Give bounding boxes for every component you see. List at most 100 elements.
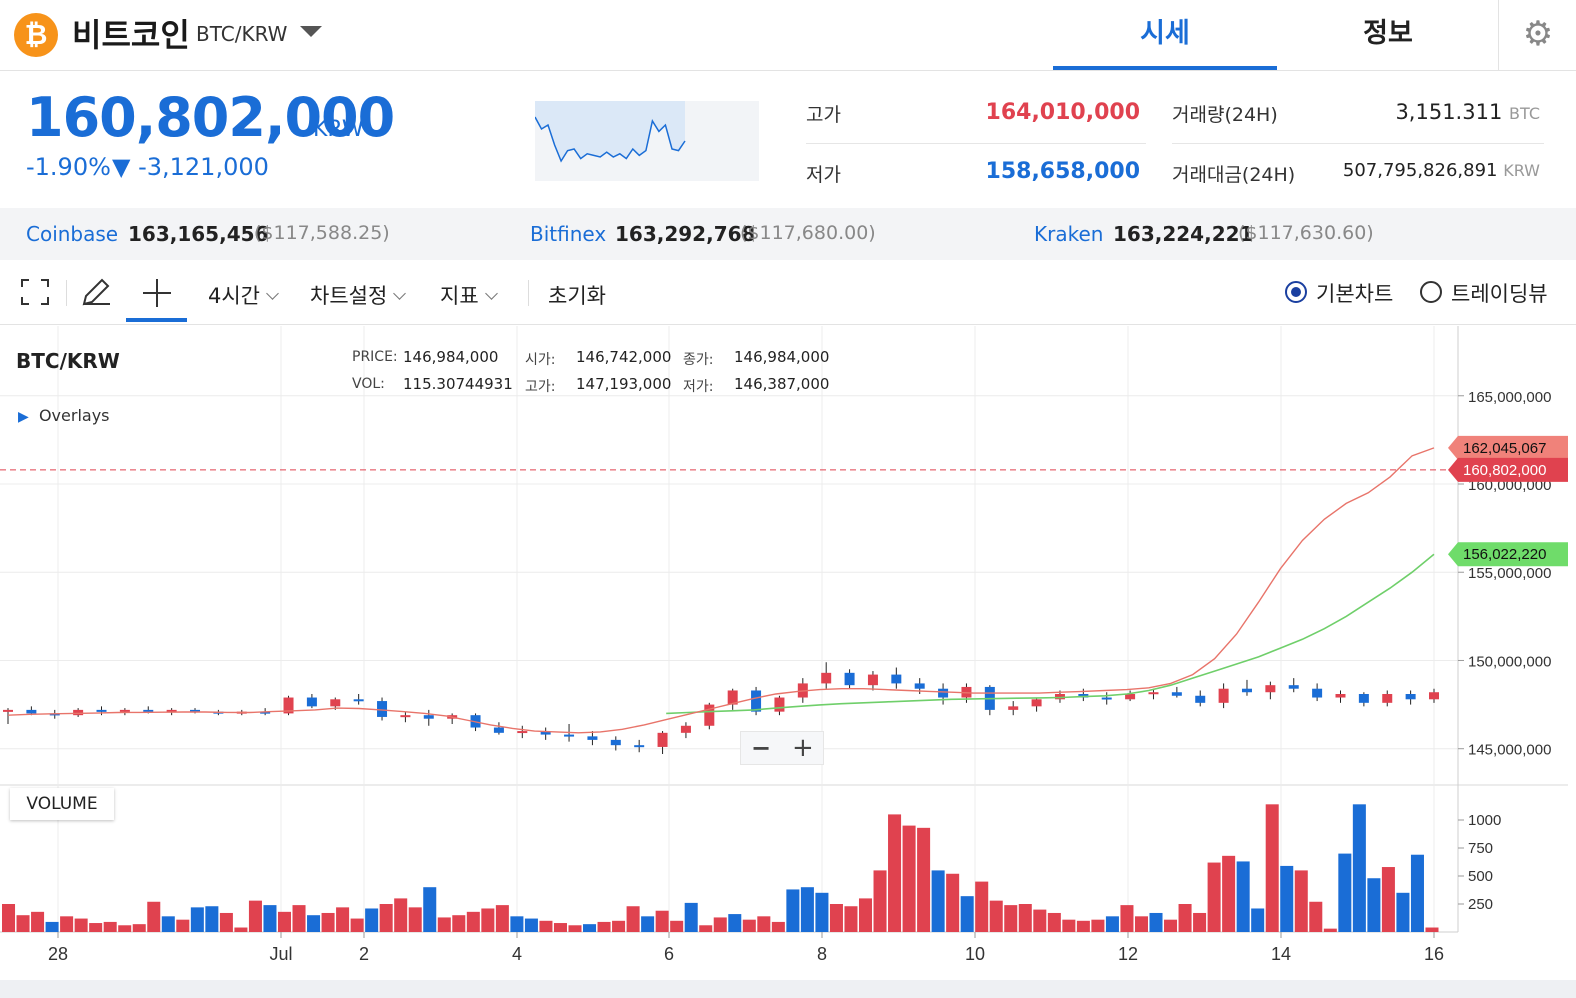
- volume-bar: [1410, 854, 1424, 932]
- volume-bar: [1396, 892, 1410, 932]
- tab-price[interactable]: 시세: [1053, 0, 1277, 70]
- volume-bar: [728, 914, 742, 932]
- volume-bar: [1076, 920, 1090, 932]
- candle-body: [821, 672, 832, 684]
- radio-basic-chart[interactable]: [1285, 281, 1307, 303]
- candle-body: [1171, 692, 1182, 696]
- candle-body: [751, 690, 762, 712]
- volume-bar: [684, 902, 698, 932]
- time-axis: 28 Jul 2 4 6 8 10 12 14 16: [48, 932, 1444, 964]
- volume-bar: [946, 873, 960, 932]
- volume-bar: [1265, 804, 1279, 932]
- exchange-name-coinbase[interactable]: Coinbase: [26, 222, 118, 246]
- low-label: 저가: [806, 164, 841, 186]
- overlays-toggle[interactable]: ▶ Overlays: [18, 406, 110, 425]
- volume-bar: [655, 910, 669, 932]
- gear-icon[interactable]: ⚙: [1498, 0, 1576, 70]
- coin-pair: BTC/KRW: [196, 22, 288, 46]
- zoom-in-button[interactable]: +: [792, 733, 814, 763]
- candle-body: [1008, 706, 1019, 710]
- exchange-name-kraken[interactable]: Kraken: [1034, 222, 1103, 246]
- candle-body: [143, 709, 154, 712]
- toolbar-divider: [528, 280, 529, 306]
- candle-body: [1382, 694, 1393, 703]
- candle-body: [938, 688, 949, 698]
- candle-body: [400, 715, 411, 718]
- volume-bar: [568, 925, 582, 932]
- indicators-dropdown[interactable]: 지표: [440, 280, 498, 310]
- price-chart[interactable]: 145,000,000150,000,000155,000,000160,000…: [0, 326, 1576, 980]
- candle-body: [1148, 692, 1159, 695]
- volume-bar: [16, 915, 30, 932]
- x-tick-label: 10: [965, 944, 985, 964]
- tab-info[interactable]: 정보: [1276, 0, 1500, 70]
- candle-body: [680, 725, 691, 733]
- volume-bar: [829, 904, 843, 932]
- chart-symbol: BTC/KRW: [16, 349, 120, 373]
- volume-bar: [670, 920, 684, 932]
- volume-bar: [1222, 855, 1236, 932]
- coin-dropdown-icon[interactable]: [300, 26, 322, 37]
- volume-bar: [1251, 908, 1265, 932]
- crosshair-active-indicator: [126, 318, 187, 322]
- volume-bar: [1004, 905, 1018, 932]
- x-tick-label: 4: [512, 944, 522, 964]
- volume-bar: [394, 898, 408, 932]
- radio-tradingview[interactable]: [1420, 281, 1442, 303]
- volume-bar: [1033, 909, 1047, 932]
- volume-bar: [1367, 878, 1381, 932]
- volume-tick-label: 1000: [1468, 812, 1501, 829]
- fullscreen-icon[interactable]: [20, 278, 50, 306]
- pencil-icon[interactable]: [80, 276, 112, 308]
- candlesticks: [3, 662, 1439, 754]
- bitcoin-logo-icon: ₿: [14, 13, 58, 57]
- candle-body: [1218, 688, 1229, 703]
- volume-bar: [31, 911, 45, 932]
- candle-body: [1429, 692, 1439, 700]
- volume-bar: [713, 917, 727, 932]
- price-unit: KRW: [313, 117, 364, 142]
- candle-body: [914, 683, 925, 689]
- volume-bar: [263, 905, 277, 932]
- volume-bar: [583, 924, 597, 932]
- zoom-out-button[interactable]: −: [751, 734, 771, 762]
- bottom-strip: [0, 980, 1576, 998]
- chevron-down-icon: [393, 287, 407, 300]
- volume-bar: [1207, 862, 1221, 932]
- radio-tradingview-label[interactable]: 트레이딩뷰: [1451, 278, 1548, 308]
- radio-basic-chart-label[interactable]: 기본차트: [1316, 278, 1393, 308]
- reset-button[interactable]: 초기화: [548, 280, 606, 310]
- volume-bar: [539, 920, 553, 932]
- candle-body: [1241, 688, 1252, 693]
- volume-bar: [1134, 916, 1148, 932]
- exchange-usd-kraken: ($117,630.60): [1238, 222, 1374, 244]
- volume-bar: [1178, 904, 1192, 932]
- interval-dropdown[interactable]: 4시간: [208, 280, 279, 310]
- chart-settings-dropdown[interactable]: 차트설정: [310, 280, 407, 310]
- ohlc-open-value: 146,742,000: [576, 348, 672, 366]
- crosshair-icon[interactable]: [140, 276, 174, 310]
- y-tick-label: 165,000,000: [1468, 389, 1551, 406]
- overlays-label: Overlays: [38, 406, 110, 425]
- candle-body: [610, 739, 621, 746]
- volume-bar: [1091, 919, 1105, 932]
- volume-bar: [510, 916, 524, 932]
- volume-bar: [1352, 804, 1366, 932]
- volume-24h: 3,151.311 BTC: [1300, 100, 1540, 124]
- volume-bar: [292, 905, 306, 932]
- volume-bar: [118, 925, 132, 932]
- volume-bar: [1105, 916, 1119, 932]
- candle-body: [517, 731, 528, 734]
- ohlc-vol-value: 115.30744931: [403, 375, 513, 393]
- volume-bar: [60, 916, 74, 932]
- exchange-price-coinbase: 163,165,456: [128, 222, 269, 246]
- candle-body: [1358, 694, 1369, 703]
- y-tick-label: 155,000,000: [1468, 565, 1551, 582]
- ohlc-price-label: PRICE:: [352, 349, 398, 365]
- volume-bar: [379, 904, 393, 932]
- x-tick-label: 2: [359, 944, 369, 964]
- volume-bar: [1120, 905, 1134, 932]
- x-tick-label: 6: [664, 944, 674, 964]
- exchange-name-bitfinex[interactable]: Bitfinex: [530, 222, 606, 246]
- candle-body: [564, 734, 575, 737]
